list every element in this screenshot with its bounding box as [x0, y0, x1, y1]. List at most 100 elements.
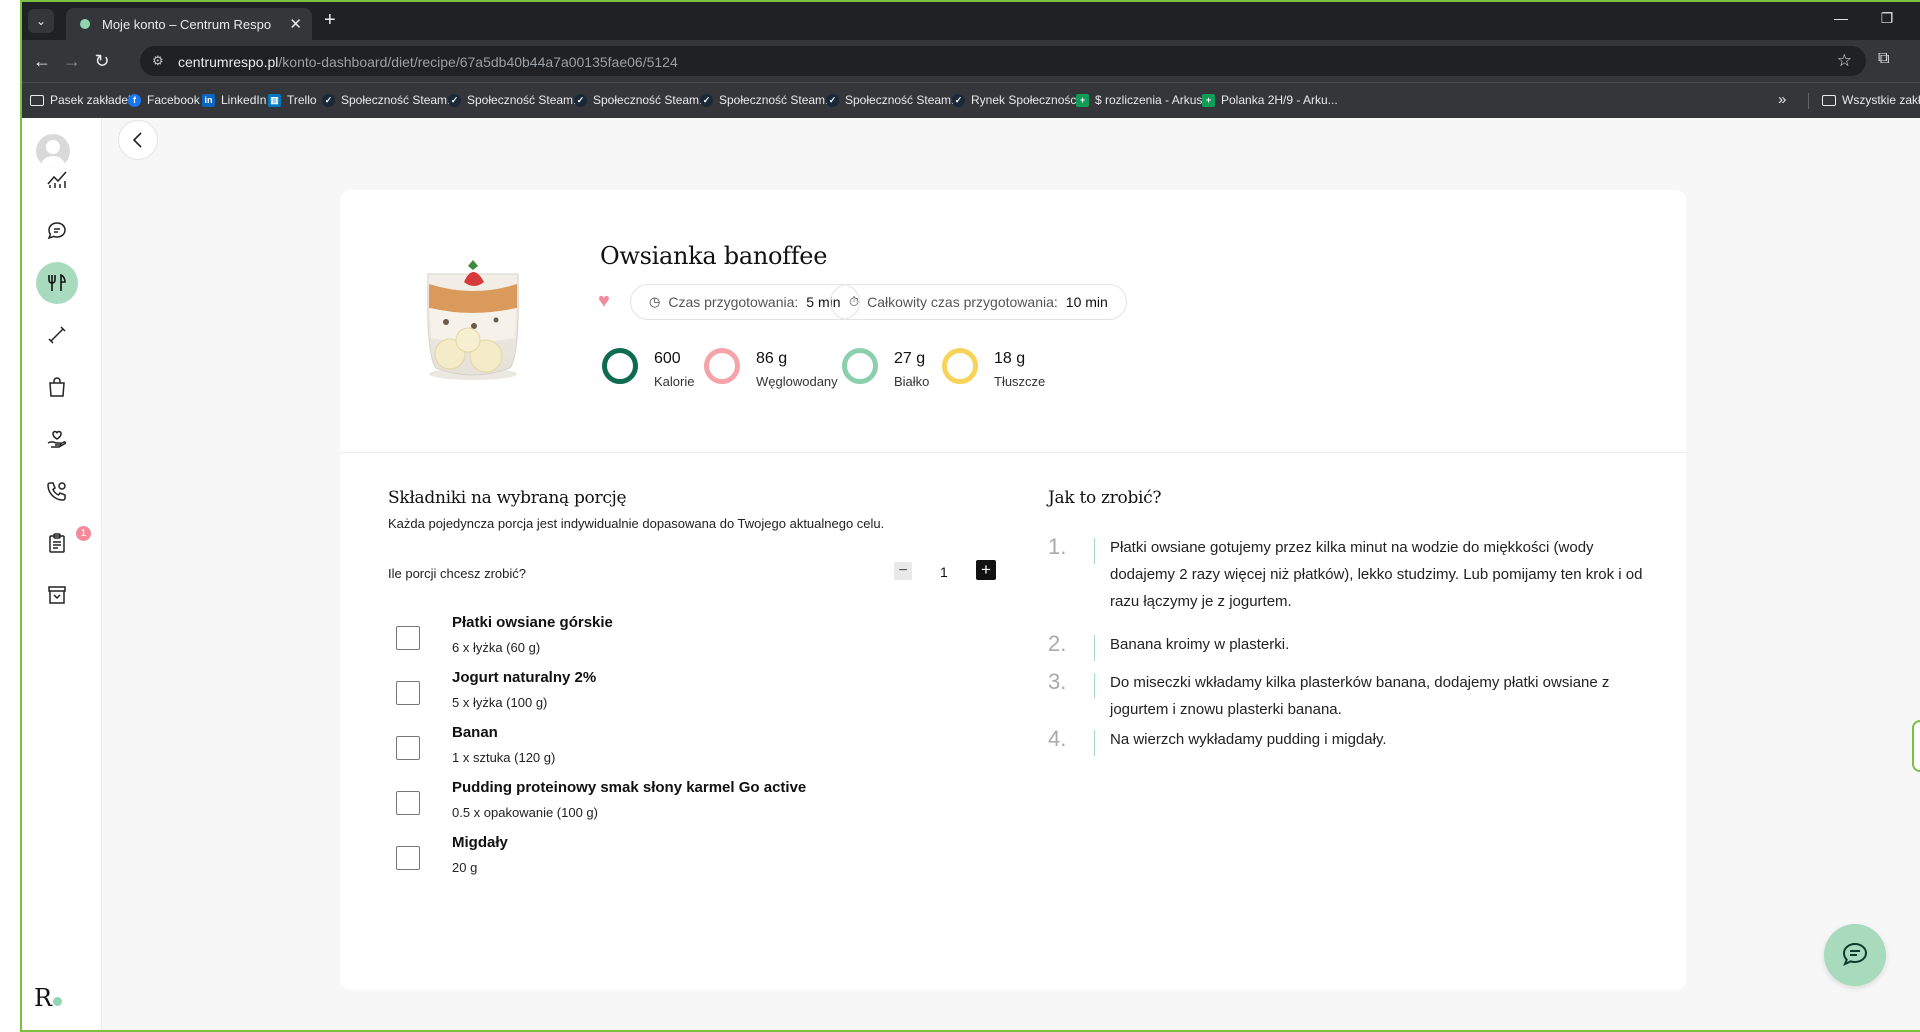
sidebar-item-progress[interactable] — [36, 158, 78, 200]
side-feedback-tab[interactable] — [1912, 720, 1920, 772]
bookmark-item[interactable]: + $ rozliczenia - Arkus... — [1076, 93, 1212, 107]
increase-portion-button[interactable]: + — [976, 560, 996, 580]
restore-window-button[interactable]: ❐ — [1872, 10, 1902, 27]
macro-ring — [842, 348, 878, 384]
clock-icon: ◷ — [649, 294, 661, 309]
steam-icon: ✓ — [448, 93, 461, 107]
tab-search-button[interactable]: ⌄ — [28, 9, 54, 33]
reload-icon[interactable]: ↻ — [90, 50, 114, 72]
step-number: 1. — [1048, 534, 1067, 559]
bookmark-item[interactable]: ✓ Społeczność Steam... — [700, 93, 835, 107]
sidebar-item-consultation[interactable] — [36, 470, 78, 512]
step-accent-bar — [1094, 538, 1095, 564]
sidebar-item-care[interactable] — [36, 418, 78, 460]
all-bookmarks-item[interactable]: Wszystkie zakładki — [1822, 93, 1920, 107]
ingredient-name: Migdały — [452, 834, 508, 851]
bookmark-star-icon[interactable]: ☆ — [1837, 51, 1852, 71]
logo-letter: R — [34, 984, 53, 1012]
sidebar-item-archive[interactable] — [36, 574, 78, 616]
ingredient-checkbox[interactable] — [396, 681, 420, 705]
back-arrow-icon[interactable]: ← — [30, 50, 54, 72]
steam-icon: ✓ — [574, 93, 587, 107]
recipe-title: Owsianka banoffee — [600, 242, 828, 270]
macro-label: Tłuszcze — [994, 374, 1046, 389]
bookmark-label: Społeczność Steam... — [719, 93, 836, 107]
instructions-title: Jak to zrobić? — [1048, 488, 1162, 508]
bookmark-item[interactable]: + Polanka 2H/9 - Arku... — [1202, 93, 1338, 107]
macro-value: 18 g — [994, 350, 1026, 367]
ingredient-checkbox[interactable] — [396, 791, 420, 815]
ingredient-row: Jogurt naturalny 2% 5 x łyżka (100 g) — [388, 669, 908, 725]
portion-count: 1 — [940, 564, 948, 580]
back-button[interactable] — [118, 120, 158, 160]
bookmark-label: Polanka 2H/9 - Arku... — [1221, 93, 1338, 107]
minimize-window-button[interactable]: — — [1826, 10, 1856, 26]
bookmark-item[interactable]: Pasek zakładek — [30, 93, 134, 107]
bookmark-label: Facebook — [147, 93, 200, 107]
tab-title: Moje konto – Centrum Respo — [102, 17, 272, 32]
extensions-icon[interactable]: ⧉ — [1878, 50, 1889, 68]
chat-support-button[interactable] — [1824, 924, 1886, 986]
bookmark-item[interactable]: ✓ Społeczność Steam... — [448, 93, 583, 107]
bookmark-label: Wszystkie zakładki — [1842, 93, 1920, 107]
respo-logo: R — [34, 984, 63, 1012]
bookmark-item[interactable]: ▥ Trello — [268, 93, 317, 107]
browser-tab-active[interactable]: Moje konto – Centrum Respo ✕ — [66, 8, 312, 40]
chat-bubble-icon — [1842, 942, 1868, 966]
bookmark-label: Społeczność Steam... — [341, 93, 458, 107]
url-text[interactable]: centrumrespo.pl/konto-dashboard/diet/rec… — [178, 54, 678, 70]
prep-time-label: Czas przygotowania: — [668, 294, 799, 310]
ingredient-checkbox[interactable] — [396, 846, 420, 870]
close-tab-icon[interactable]: ✕ — [289, 15, 302, 33]
site-info-icon[interactable]: ⚙ — [152, 53, 164, 69]
ingredient-checkbox[interactable] — [396, 736, 420, 760]
step-accent-bar — [1094, 673, 1095, 699]
bookmark-label: LinkedIn — [221, 93, 267, 107]
window-border — [20, 0, 22, 1032]
macro-ring — [602, 348, 638, 384]
bookmark-label: Społeczność Steam... — [467, 93, 584, 107]
page-content: 1 R Owsianka banoffee ♥ ◷ Czas przygotow… — [22, 118, 1920, 1030]
step-accent-bar — [1094, 635, 1095, 661]
decrease-portion-button[interactable]: − — [894, 562, 912, 580]
bookmark-item[interactable]: f Facebook — [128, 93, 200, 107]
url-path: /konto-dashboard/diet/recipe/67a5db40b44… — [278, 54, 678, 70]
steam-icon: ✓ — [952, 93, 965, 107]
step-accent-bar — [1094, 730, 1095, 756]
macro-ring — [942, 348, 978, 384]
steam-icon: ✓ — [700, 93, 713, 107]
new-tab-button[interactable]: + — [324, 10, 336, 30]
bookmark-label: Społeczność Steam... — [845, 93, 962, 107]
sidebar-item-diet[interactable] — [36, 262, 78, 304]
total-time-pill: ⏱ Całkowity czas przygotowania: 10 min — [830, 284, 1127, 320]
ingredient-name: Płatki owsiane górskie — [452, 614, 613, 631]
section-divider — [340, 452, 1686, 453]
macro-value: 86 g — [756, 350, 788, 367]
bookmark-item[interactable]: in LinkedIn — [202, 93, 266, 107]
favorite-heart-icon[interactable]: ♥ — [598, 290, 610, 313]
forward-arrow-icon[interactable]: → — [60, 50, 84, 72]
ingredients-title: Składniki na wybraną porcję — [388, 488, 627, 508]
bookmark-item[interactable]: ✓ Rynek Społeczności... — [952, 93, 1089, 107]
bookmark-item[interactable]: ✓ Społeczność Steam... — [826, 93, 961, 107]
macro-value: 27 g — [894, 350, 926, 367]
bookmark-label: $ rozliczenia - Arkus... — [1095, 93, 1213, 107]
ingredient-checkbox[interactable] — [396, 626, 420, 650]
step-number: 2. — [1048, 631, 1067, 656]
sidebar-item-training[interactable] — [36, 314, 78, 356]
total-time-label: Całkowity czas przygotowania: — [867, 294, 1058, 310]
more-bookmarks-icon[interactable]: » — [1778, 91, 1786, 108]
logo-dot — [53, 997, 63, 1006]
step-text: Płatki owsiane gotujemy przez kilka minu… — [1110, 539, 1643, 610]
sidebar-item-messages[interactable] — [36, 210, 78, 252]
sidebar-item-tasks[interactable]: 1 — [36, 522, 91, 564]
bookmark-label: Rynek Społeczności... — [971, 93, 1090, 107]
sidebar-item-shop[interactable] — [36, 366, 78, 408]
ingredient-quantity: 5 x łyżka (100 g) — [452, 695, 548, 710]
bookmark-item[interactable]: ✓ Społeczność Steam... — [322, 93, 457, 107]
bookmark-item[interactable]: ✓ Społeczność Steam... — [574, 93, 709, 107]
screen: ⌄ Moje konto – Centrum Respo ✕ + — ❐ ← →… — [0, 0, 1920, 1032]
step-number: 4. — [1048, 726, 1067, 751]
steam-icon: ✓ — [826, 93, 839, 107]
address-bar[interactable]: ⚙ centrumrespo.pl/konto-dashboard/diet/r… — [140, 46, 1866, 76]
